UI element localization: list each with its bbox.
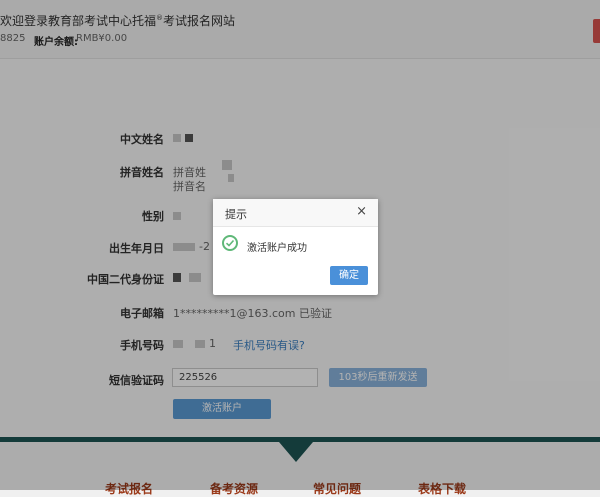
close-icon[interactable]: × bbox=[356, 204, 367, 219]
dialog-message: 激活账户成功 bbox=[247, 239, 307, 254]
dialog-header: 提示 × bbox=[213, 199, 378, 227]
success-check-icon bbox=[222, 235, 238, 251]
success-dialog: 提示 × 激活账户成功 确定 bbox=[213, 199, 378, 295]
dialog-title: 提示 bbox=[225, 206, 247, 222]
confirm-button[interactable]: 确定 bbox=[330, 266, 368, 285]
